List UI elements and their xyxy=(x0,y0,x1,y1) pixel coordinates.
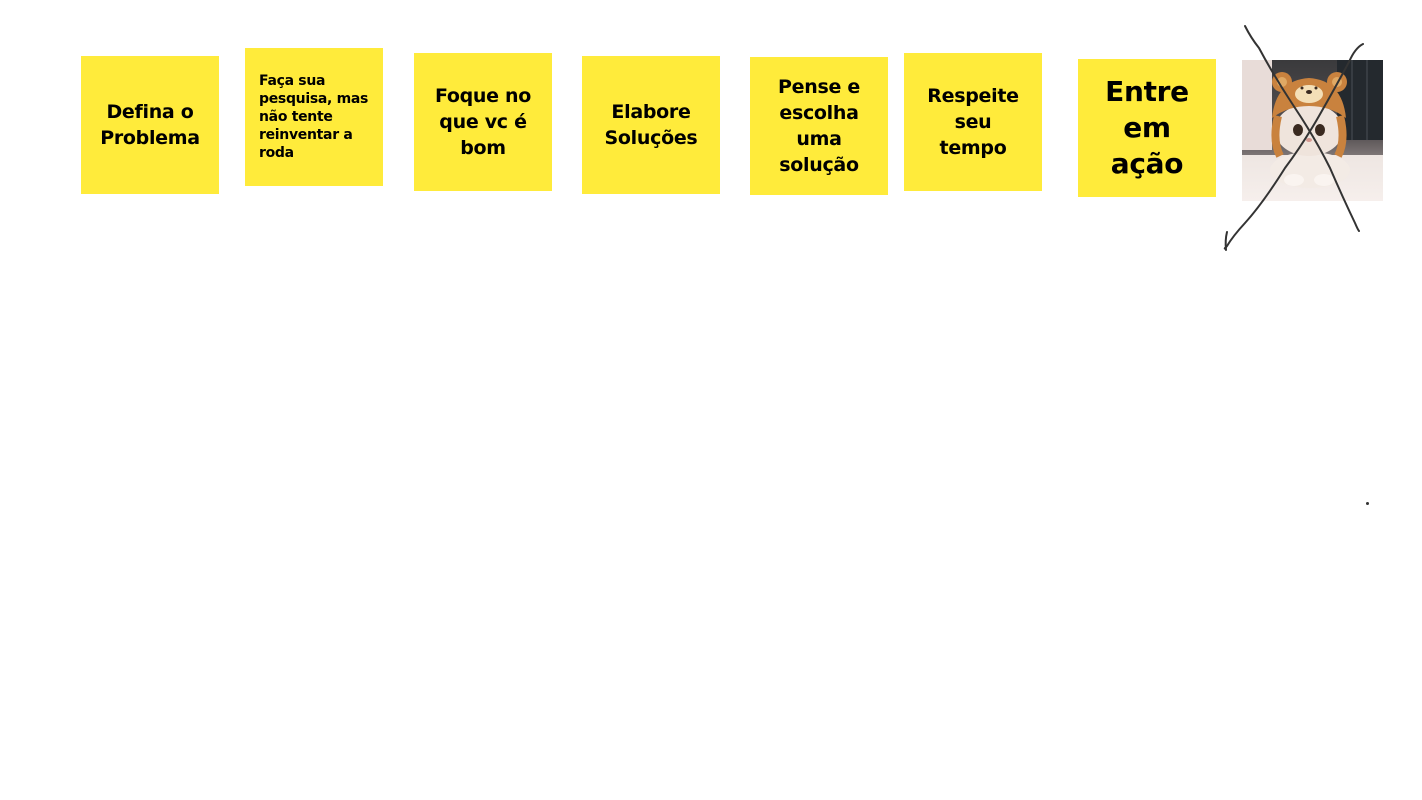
whiteboard-canvas[interactable]: Defina o Problema Faça sua pesquisa, mas… xyxy=(0,0,1422,800)
sticky-note-5[interactable]: Pense e escolha uma solução xyxy=(750,57,888,195)
stray-dot xyxy=(1366,502,1369,505)
sticky-note-text: Faça sua pesquisa, mas não tente reinven… xyxy=(259,73,369,161)
cat-image-icon xyxy=(1242,60,1383,201)
sticky-note-text: Pense e escolha uma solução xyxy=(778,76,860,176)
cat-photo[interactable] xyxy=(1242,60,1383,201)
sticky-note-1[interactable]: Defina o Problema xyxy=(81,56,219,194)
sticky-note-text: Foque no que vc é bom xyxy=(434,85,532,159)
sticky-note-text: Elabore Soluções xyxy=(604,101,698,149)
sticky-note-7[interactable]: Entre em ação xyxy=(1078,59,1216,197)
sticky-note-text: Respeite seu tempo xyxy=(927,85,1019,159)
sticky-note-6[interactable]: Respeite seu tempo xyxy=(904,53,1042,191)
sticky-note-4[interactable]: Elabore Soluções xyxy=(582,56,720,194)
sticky-note-text: Defina o Problema xyxy=(100,101,200,149)
sticky-note-2[interactable]: Faça sua pesquisa, mas não tente reinven… xyxy=(245,48,383,186)
sticky-note-text: Entre em ação xyxy=(1105,75,1189,180)
sticky-note-3[interactable]: Foque no que vc é bom xyxy=(414,53,552,191)
